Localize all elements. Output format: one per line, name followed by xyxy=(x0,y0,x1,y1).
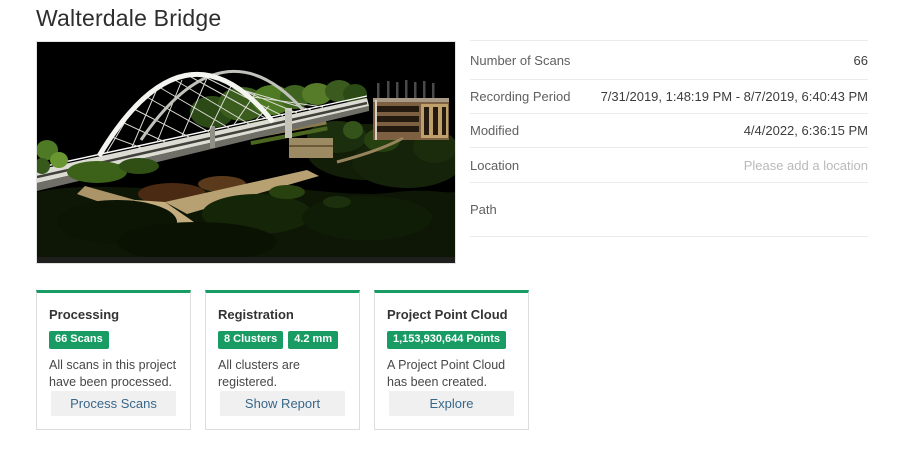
point-cloud-preview[interactable] xyxy=(36,41,456,264)
registration-accuracy-badge: 4.2 mm xyxy=(288,331,339,349)
detail-label: Number of Scans xyxy=(470,52,571,68)
page-title: Walterdale Bridge xyxy=(36,5,222,31)
card-title: Registration xyxy=(218,307,294,322)
detail-row-number-of-scans: Number of Scans 66 xyxy=(470,40,868,79)
card-status-text: All clusters are registered. xyxy=(218,357,300,389)
detail-label: Recording Period xyxy=(470,89,571,104)
detail-value: 66 xyxy=(853,52,868,68)
detail-value: 7/31/2019, 1:48:19 PM - 8/7/2019, 6:40:4… xyxy=(600,89,868,104)
detail-label: Location xyxy=(470,157,520,173)
detail-row-modified: Modified 4/4/2022, 6:36:15 PM xyxy=(470,113,868,147)
explore-button[interactable]: Explore xyxy=(389,391,514,416)
bridge-point-cloud-image xyxy=(37,42,455,263)
detail-value: 4/4/2022, 6:36:15 PM xyxy=(743,123,868,138)
card-status-text: A Project Point Cloud has been created. xyxy=(387,357,506,389)
location-value-field[interactable]: Please add a location xyxy=(744,158,868,173)
card-title: Project Point Cloud xyxy=(387,307,508,322)
detail-label: Modified xyxy=(470,123,520,138)
details-panel: Number of Scans 66 Recording Period 7/31… xyxy=(470,40,868,237)
scan-count-badge: 66 Scans xyxy=(49,331,109,349)
cluster-count-badge: 8 Clusters xyxy=(218,331,284,349)
point-count-badge: 1,153,930,644 Points xyxy=(387,331,507,349)
detail-row-path: Path xyxy=(470,182,868,237)
card-processing: Processing 66 Scans All scans in this pr… xyxy=(36,290,191,430)
detail-label: Path xyxy=(470,202,497,217)
card-project-point-cloud: Project Point Cloud 1,153,930,644 Points… xyxy=(374,290,529,430)
card-title: Processing xyxy=(49,307,120,322)
card-registration: Registration 8 Clusters 4.2 mm All clust… xyxy=(205,290,360,430)
process-scans-button[interactable]: Process Scans xyxy=(51,391,176,416)
detail-row-recording-period: Recording Period 7/31/2019, 1:48:19 PM -… xyxy=(470,79,868,113)
detail-row-location: Location Please add a location xyxy=(470,147,868,182)
card-status-text: All scans in this project have been proc… xyxy=(49,357,177,389)
show-report-button[interactable]: Show Report xyxy=(220,391,345,416)
retaining-wall xyxy=(289,138,333,158)
